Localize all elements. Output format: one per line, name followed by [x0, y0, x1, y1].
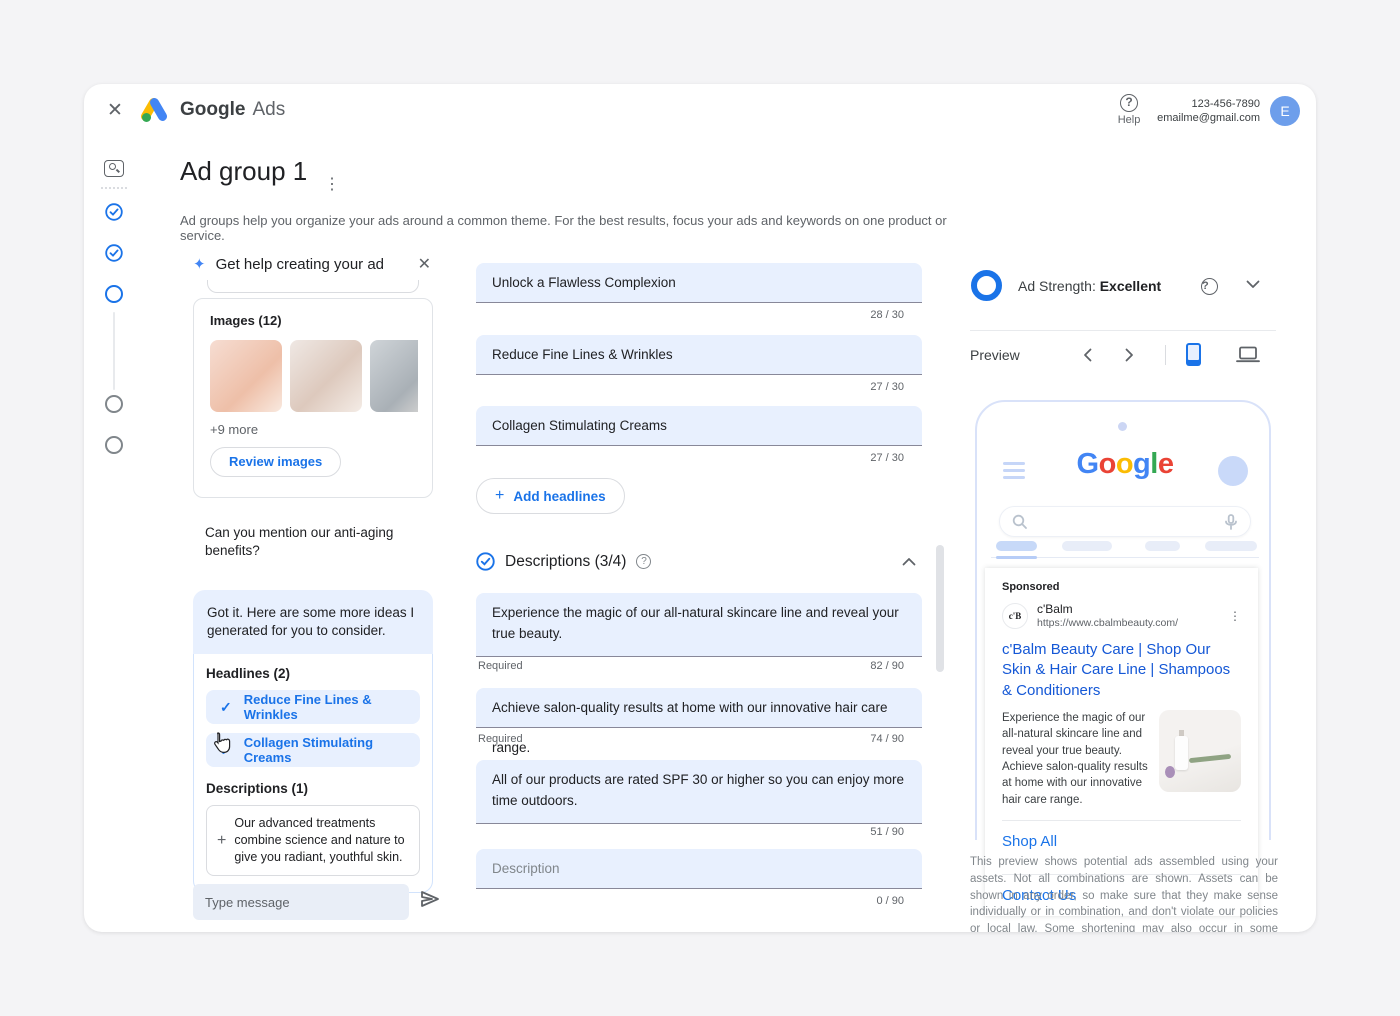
- images-label: Images (12): [210, 313, 416, 328]
- description-input-4[interactable]: Description: [476, 849, 922, 889]
- phone-camera-dot: [1118, 422, 1127, 431]
- mock-tab-2: [1062, 541, 1112, 551]
- ads-triangle-logo-icon: [138, 96, 170, 124]
- mock-avatar: [1218, 456, 1248, 486]
- scrolled-card-edge: [207, 280, 419, 293]
- plus-icon: +: [495, 487, 504, 505]
- page-menu-kebab-icon[interactable]: ⋮: [324, 174, 340, 194]
- step-connector: [113, 312, 115, 390]
- check-icon: ✓: [220, 699, 232, 716]
- brand-google: Google: [180, 99, 245, 121]
- more-images-label: +9 more: [210, 422, 416, 437]
- ad-image-thumbnail-2[interactable]: [290, 340, 362, 412]
- headline-chip-2[interactable]: ✓ Collagen Stimulating Creams: [206, 733, 420, 767]
- avatar[interactable]: E: [1270, 96, 1300, 126]
- google-ads-logo: Google Ads: [138, 96, 285, 124]
- ad-options-kebab-icon[interactable]: ⋮: [1229, 609, 1241, 623]
- panel-divider: [970, 330, 1276, 331]
- google-ads-window: ✕ Google Ads ? Help 123-456-7890 emailme…: [84, 84, 1316, 932]
- preview-disclaimer: This preview shows potential ads assembl…: [970, 854, 1278, 932]
- mouse-cursor: [212, 732, 232, 754]
- mobile-preview-icon[interactable]: [1186, 343, 1201, 366]
- description-input-2[interactable]: Achieve salon-quality results at home wi…: [476, 688, 922, 728]
- assistant-title: Get help creating your ad: [216, 256, 416, 273]
- descriptions-help-icon[interactable]: ?: [636, 554, 651, 569]
- account-info: 123-456-7890 emailme@gmail.com: [1080, 97, 1260, 125]
- chat-message-input[interactable]: [193, 884, 409, 920]
- plus-icon: +: [217, 832, 226, 850]
- descriptions-header: Descriptions (3/4): [505, 553, 626, 571]
- step-completed-icon-2[interactable]: [105, 244, 123, 262]
- mock-tab-3: [1145, 541, 1180, 551]
- review-images-button[interactable]: Review images: [210, 447, 341, 477]
- editor-scrollbar[interactable]: [936, 545, 944, 672]
- sparkle-icon: ✦: [193, 255, 206, 273]
- descriptions-suggestions-label: Descriptions (1): [206, 781, 420, 796]
- step-completed-icon-1[interactable]: [105, 203, 123, 221]
- mock-tab-1: [996, 541, 1037, 551]
- advertiser-url: https://www.cbalmbeauty.com/: [1037, 617, 1178, 630]
- step-upcoming-icon-1[interactable]: [105, 395, 123, 413]
- ad-strength-chevron-down-icon[interactable]: [1246, 280, 1260, 289]
- images-card: Images (12) +9 more Review images: [193, 298, 433, 498]
- assistant-header: ✦ Get help creating your ad ✕: [193, 254, 433, 274]
- account-email: emailme@gmail.com: [1080, 111, 1260, 125]
- headlines-suggestions-label: Headlines (2): [206, 666, 420, 681]
- microphone-icon: [1224, 514, 1238, 530]
- step-upcoming-icon-2[interactable]: [105, 436, 123, 454]
- brand-ads: Ads: [252, 99, 285, 121]
- headline-input-3[interactable]: Collagen Stimulating Creams: [476, 406, 922, 446]
- send-icon[interactable]: [420, 890, 440, 908]
- ad-strength-value: Excellent: [1100, 278, 1161, 294]
- close-icon[interactable]: ✕: [104, 100, 126, 122]
- overview-search-icon[interactable]: [104, 160, 124, 177]
- headline-chip-1[interactable]: ✓ Reduce Fine Lines & Wrinkles: [206, 690, 420, 724]
- desktop-preview-icon[interactable]: [1236, 346, 1260, 363]
- preview-toolbar-divider: [1165, 345, 1166, 365]
- collapse-chevron-up-icon[interactable]: [902, 557, 916, 566]
- description-suggestion-card[interactable]: + Our advanced treatments combine scienc…: [206, 805, 420, 876]
- mock-search-bar: [999, 506, 1251, 537]
- ad-strength-help-icon[interactable]: ?: [1201, 276, 1218, 295]
- mock-tab-active-underline: [996, 556, 1037, 559]
- preview-next-icon[interactable]: [1125, 348, 1134, 362]
- page-title: Ad group 1: [180, 156, 307, 187]
- assistant-reply-text: Got it. Here are some more ideas I gener…: [193, 590, 433, 654]
- headline-input-2[interactable]: Reduce Fine Lines & Wrinkles: [476, 335, 922, 375]
- ad-description-text: Experience the magic of our all-natural …: [1002, 710, 1159, 808]
- description-input-1[interactable]: Experience the magic of our all-natural …: [476, 593, 922, 657]
- ad-image-thumbnail-3[interactable]: [370, 340, 418, 412]
- ad-headline-link[interactable]: c'Balm Beauty Care | Shop Our Skin & Hai…: [1002, 640, 1241, 701]
- ad-image-thumbnail-1[interactable]: [210, 340, 282, 412]
- add-headlines-button[interactable]: + Add headlines: [476, 478, 625, 514]
- assistant-close-icon[interactable]: ✕: [416, 254, 433, 274]
- ad-product-image: [1159, 710, 1241, 792]
- step-current-icon[interactable]: [105, 285, 123, 303]
- account-phone: 123-456-7890: [1080, 97, 1260, 111]
- ad-strength-ring-icon: [971, 270, 1002, 301]
- preview-label: Preview: [970, 347, 1020, 363]
- image-thumbnails: [210, 340, 418, 412]
- preview-prev-icon[interactable]: [1083, 348, 1092, 362]
- advertiser-logo: c'B: [1002, 603, 1028, 629]
- sponsored-label: Sponsored: [1002, 581, 1241, 593]
- descriptions-check-icon: [476, 552, 495, 571]
- page-subtitle: Ad groups help you organize your ads aro…: [180, 213, 980, 243]
- advertiser-name: c'Balm: [1037, 602, 1178, 617]
- ad-strength-label: Ad Strength: Excellent: [1018, 278, 1161, 294]
- headline-input-1[interactable]: Unlock a Flawless Complexion: [476, 263, 922, 303]
- mock-tab-4: [1205, 541, 1257, 551]
- search-icon: [1012, 514, 1028, 530]
- chat-user-message: Can you mention our anti-aging benefits?: [205, 524, 410, 560]
- rail-divider: [101, 187, 127, 189]
- description-input-3[interactable]: All of our products are rated SPF 30 or …: [476, 760, 922, 824]
